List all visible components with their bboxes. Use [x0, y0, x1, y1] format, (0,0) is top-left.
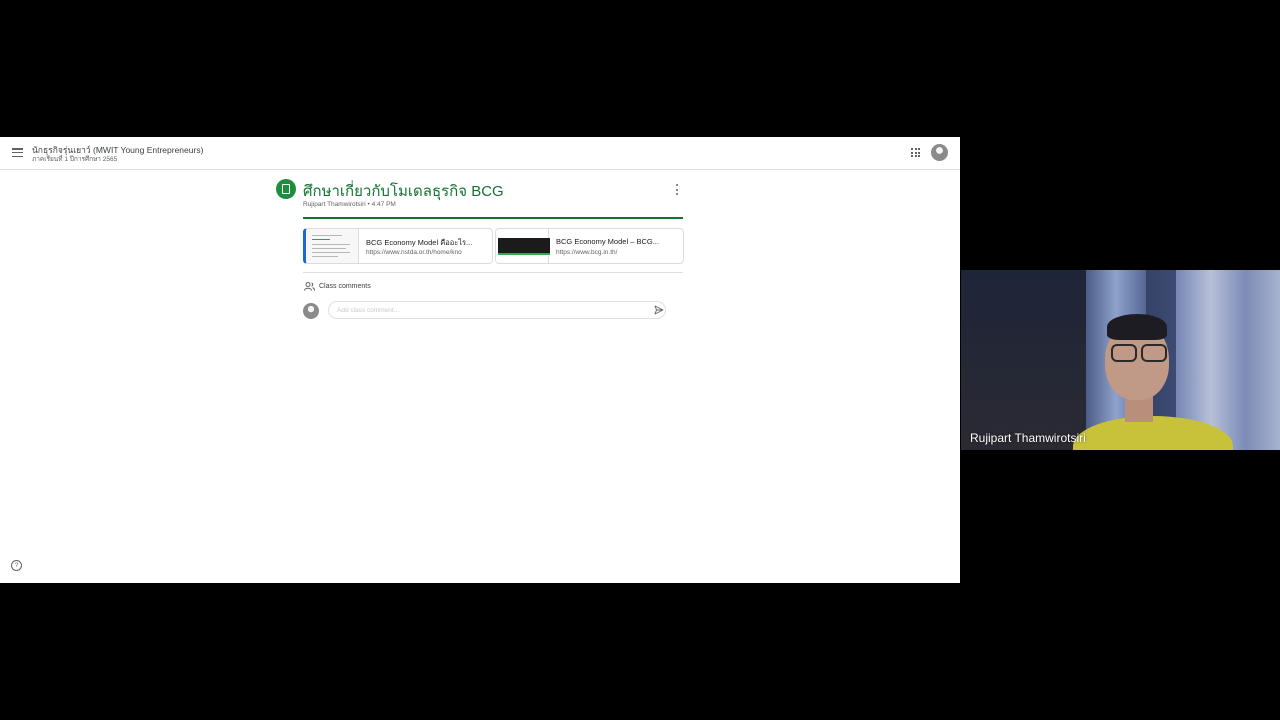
account-avatar[interactable]	[931, 144, 948, 161]
post-meta: Rujipart Thamwirotsiri • 4:47 PM	[303, 201, 396, 208]
shared-screen: นักธุรกิจรุ่นเยาว์ (MWIT Young Entrepren…	[0, 137, 960, 583]
class-comment-input[interactable]	[328, 301, 666, 319]
attachment-card[interactable]: BCG Economy Model – BCG... https://www.b…	[495, 228, 684, 264]
class-comments-label[interactable]: Class comments	[319, 283, 371, 290]
material-icon	[276, 179, 296, 199]
send-icon[interactable]	[654, 305, 664, 315]
attachment-thumbnail	[496, 229, 550, 263]
more-options-icon[interactable]	[675, 184, 679, 195]
title-divider	[303, 217, 683, 219]
people-icon	[304, 282, 315, 291]
post-author: Rujipart Thamwirotsiri	[303, 201, 366, 208]
section-divider	[303, 272, 683, 273]
attachment-url: https://www.nstda.or.th/home/kno	[366, 249, 462, 256]
participant-name: Rujipart Thamwirotsiri	[970, 431, 1086, 445]
attachment-url: https://www.bcg.in.th/	[556, 249, 618, 256]
attachment-card[interactable]: BCG Economy Model คืออะไร... https://www…	[303, 228, 493, 264]
attachment-title: BCG Economy Model คืออะไร...	[366, 238, 473, 247]
class-section: ภาคเรียนที่ 1 ปีการศึกษา 2565	[32, 156, 118, 163]
post-time: 4:47 PM	[371, 201, 396, 208]
meta-separator: •	[367, 201, 370, 208]
attachment-title: BCG Economy Model – BCG...	[556, 237, 659, 246]
participant-video-tile: Rujipart Thamwirotsiri	[961, 270, 1280, 450]
attachment-thumbnail	[306, 229, 359, 263]
hamburger-menu-icon[interactable]	[12, 148, 23, 157]
post-title: ศึกษาเกี่ยวกับโมเดลธุรกิจ BCG	[303, 183, 504, 200]
apps-grid-icon[interactable]	[911, 148, 920, 157]
classroom-header: นักธุรกิจรุ่นเยาว์ (MWIT Young Entrepren…	[0, 137, 960, 170]
help-icon[interactable]: ?	[11, 560, 22, 571]
commenter-avatar	[303, 303, 319, 319]
